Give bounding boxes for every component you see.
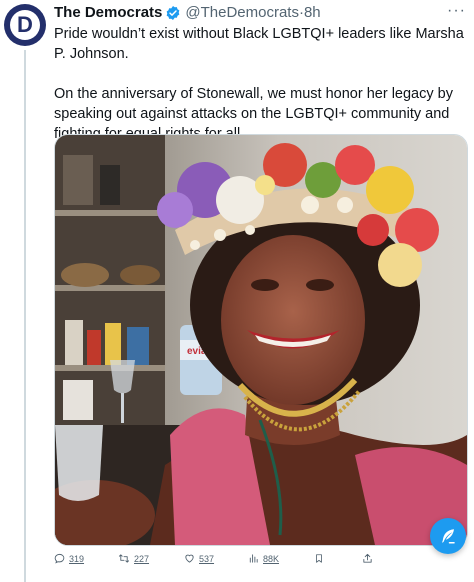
compose-feather-icon[interactable]	[430, 518, 466, 554]
views-count: 88K	[263, 553, 280, 564]
more-icon[interactable]: ···	[447, 2, 466, 20]
tweet-header: The Democrats @TheDemocrats · 8h	[54, 4, 446, 22]
tweet-paragraph-1: Pride wouldn’t exist without Black LGBTQ…	[54, 26, 464, 62]
like-count: 537	[199, 553, 215, 564]
avatar-letter: D	[17, 12, 33, 37]
share-button[interactable]	[362, 553, 377, 564]
timestamp[interactable]: 8h	[304, 4, 321, 22]
retweet-icon	[118, 554, 130, 563]
retweet-button[interactable]: 227	[118, 553, 149, 564]
share-icon	[363, 553, 372, 563]
tweet-photo[interactable]: evian	[54, 134, 468, 546]
thread-line	[24, 50, 26, 582]
reply-button[interactable]: 319	[54, 553, 84, 564]
tweet-actions: 319 227 537 88K	[54, 553, 466, 569]
bar-chart-icon	[249, 554, 258, 563]
like-button[interactable]: 537	[184, 553, 214, 564]
reply-count: 319	[69, 553, 85, 564]
author-handle[interactable]: @TheDemocrats	[185, 4, 299, 22]
tweet-text: Pride wouldn’t exist without Black LGBTQ…	[54, 24, 466, 144]
reply-icon	[54, 553, 65, 564]
democrats-logo-icon: D	[10, 10, 40, 40]
heart-icon	[185, 554, 194, 563]
author-name[interactable]: The Democrats	[54, 4, 162, 22]
bookmark-icon	[316, 554, 322, 563]
verified-badge-icon	[165, 5, 181, 21]
bookmark-button[interactable]	[314, 553, 328, 564]
retweet-count: 227	[134, 553, 150, 564]
views-button[interactable]: 88K	[248, 553, 279, 564]
author-avatar[interactable]: D	[4, 4, 46, 46]
